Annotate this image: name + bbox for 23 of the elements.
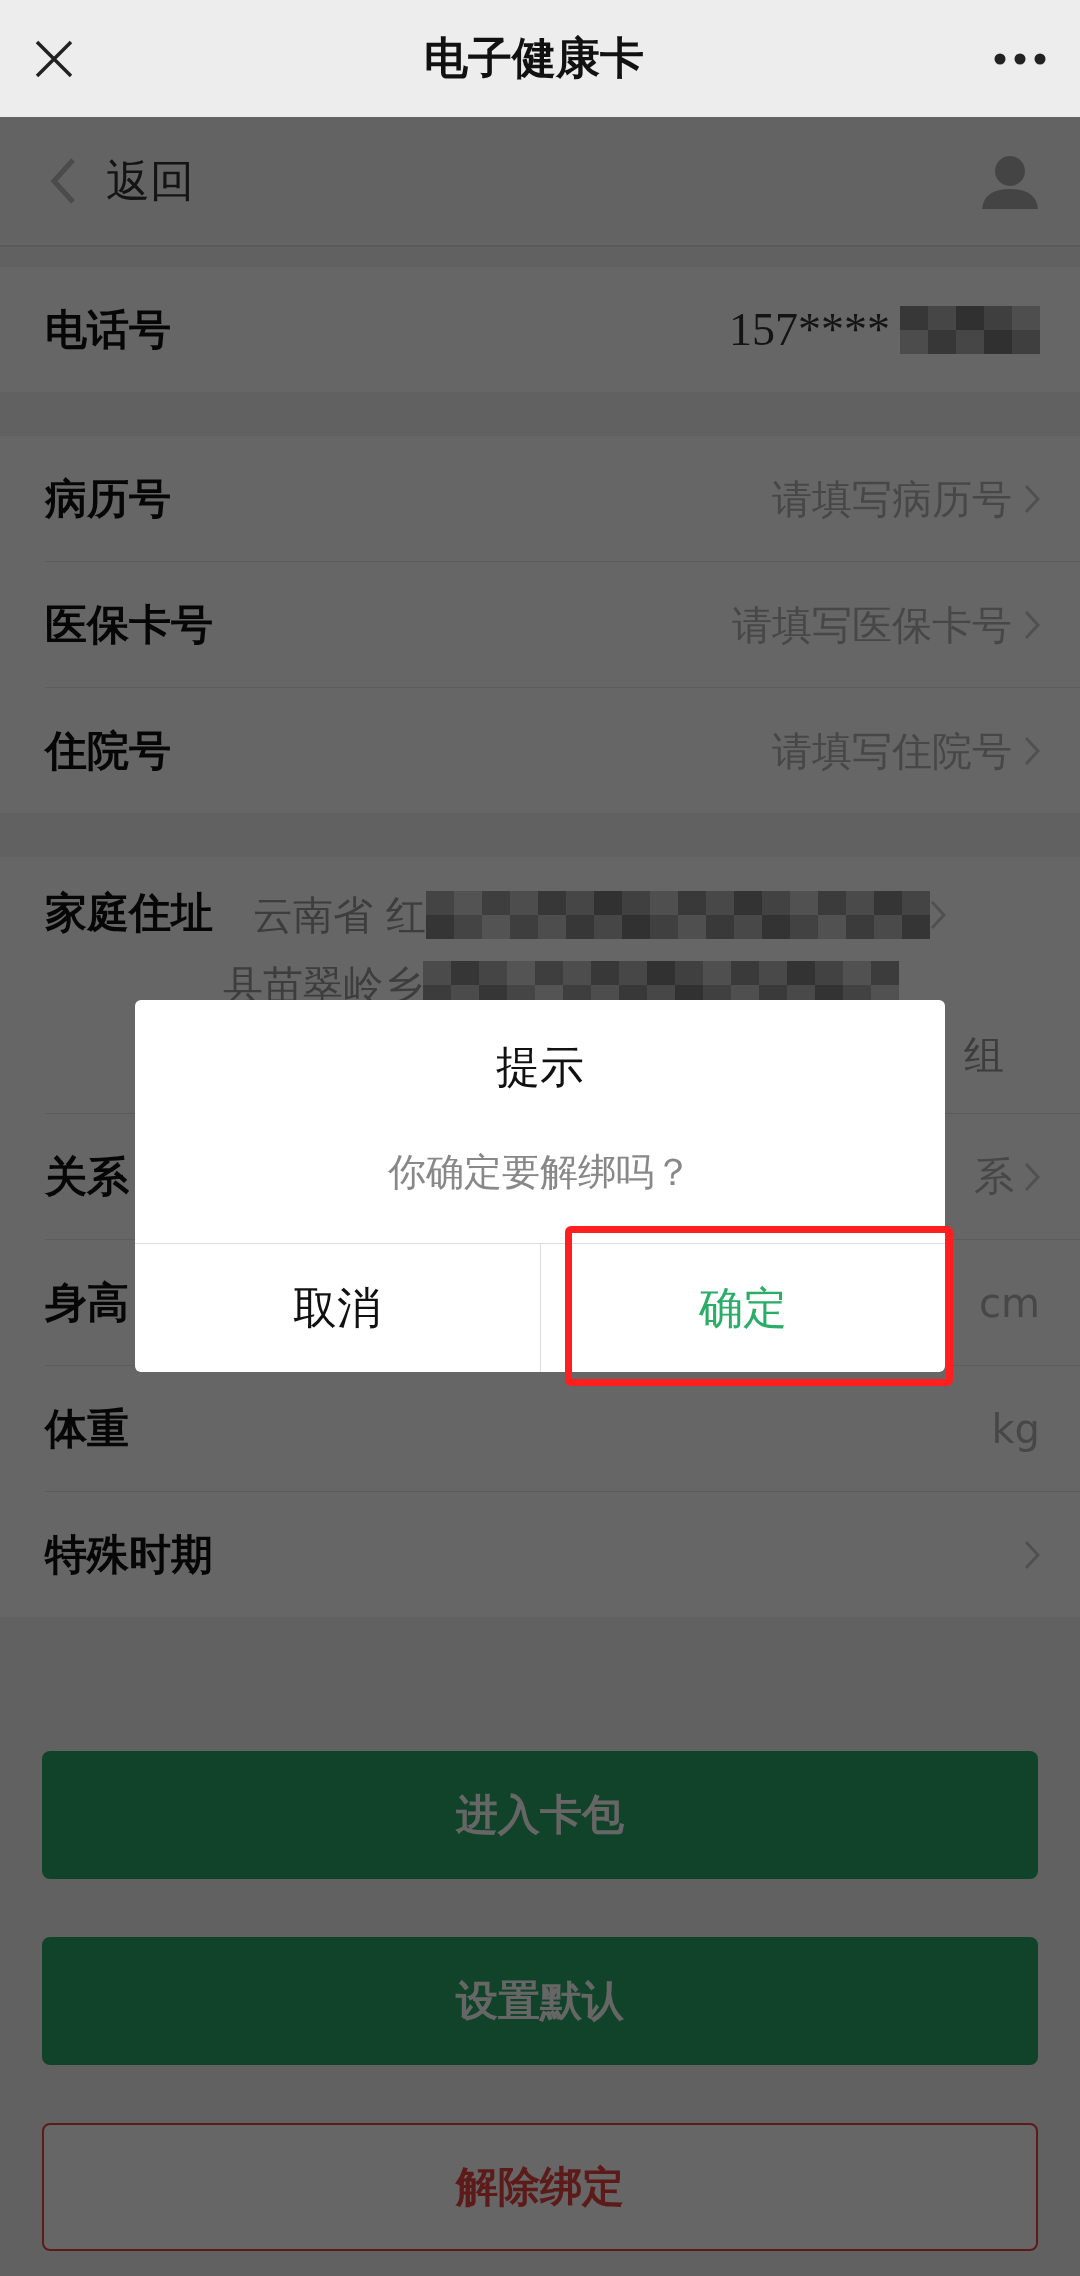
- field-label: 特殊时期: [45, 1528, 213, 1581]
- page-title: 电子健康卡: [424, 31, 644, 85]
- field-label: 家庭住址: [45, 887, 213, 939]
- dialog-message: 你确定要解绑吗？: [388, 1149, 692, 1196]
- dialog-button[interactable]: 取消: [135, 1244, 540, 1372]
- field-label: 身高: [45, 1276, 129, 1329]
- phone-number: 157****: [729, 303, 890, 356]
- back-button[interactable]: 返回: [50, 151, 194, 211]
- action-button[interactable]: 解除绑定: [42, 2123, 1038, 2251]
- field-label: 体重: [45, 1402, 129, 1455]
- action-button[interactable]: 进入卡包: [42, 1751, 1038, 1879]
- back-icon: [50, 157, 76, 205]
- dialog-title: 提示: [496, 1040, 584, 1094]
- more-icon[interactable]: [994, 52, 1046, 65]
- dialog-button[interactable]: 确定: [539, 1244, 945, 1372]
- action-button[interactable]: 设置默认: [42, 1937, 1038, 2065]
- field-label: 电话号: [45, 303, 171, 356]
- field-label: 病历号: [45, 472, 171, 525]
- field-label: 医保卡号: [45, 598, 213, 651]
- field-label: 住院号: [45, 724, 171, 777]
- field-label: 关系: [45, 1150, 129, 1203]
- chevron-right-icon: [929, 900, 946, 930]
- close-icon[interactable]: [34, 38, 74, 79]
